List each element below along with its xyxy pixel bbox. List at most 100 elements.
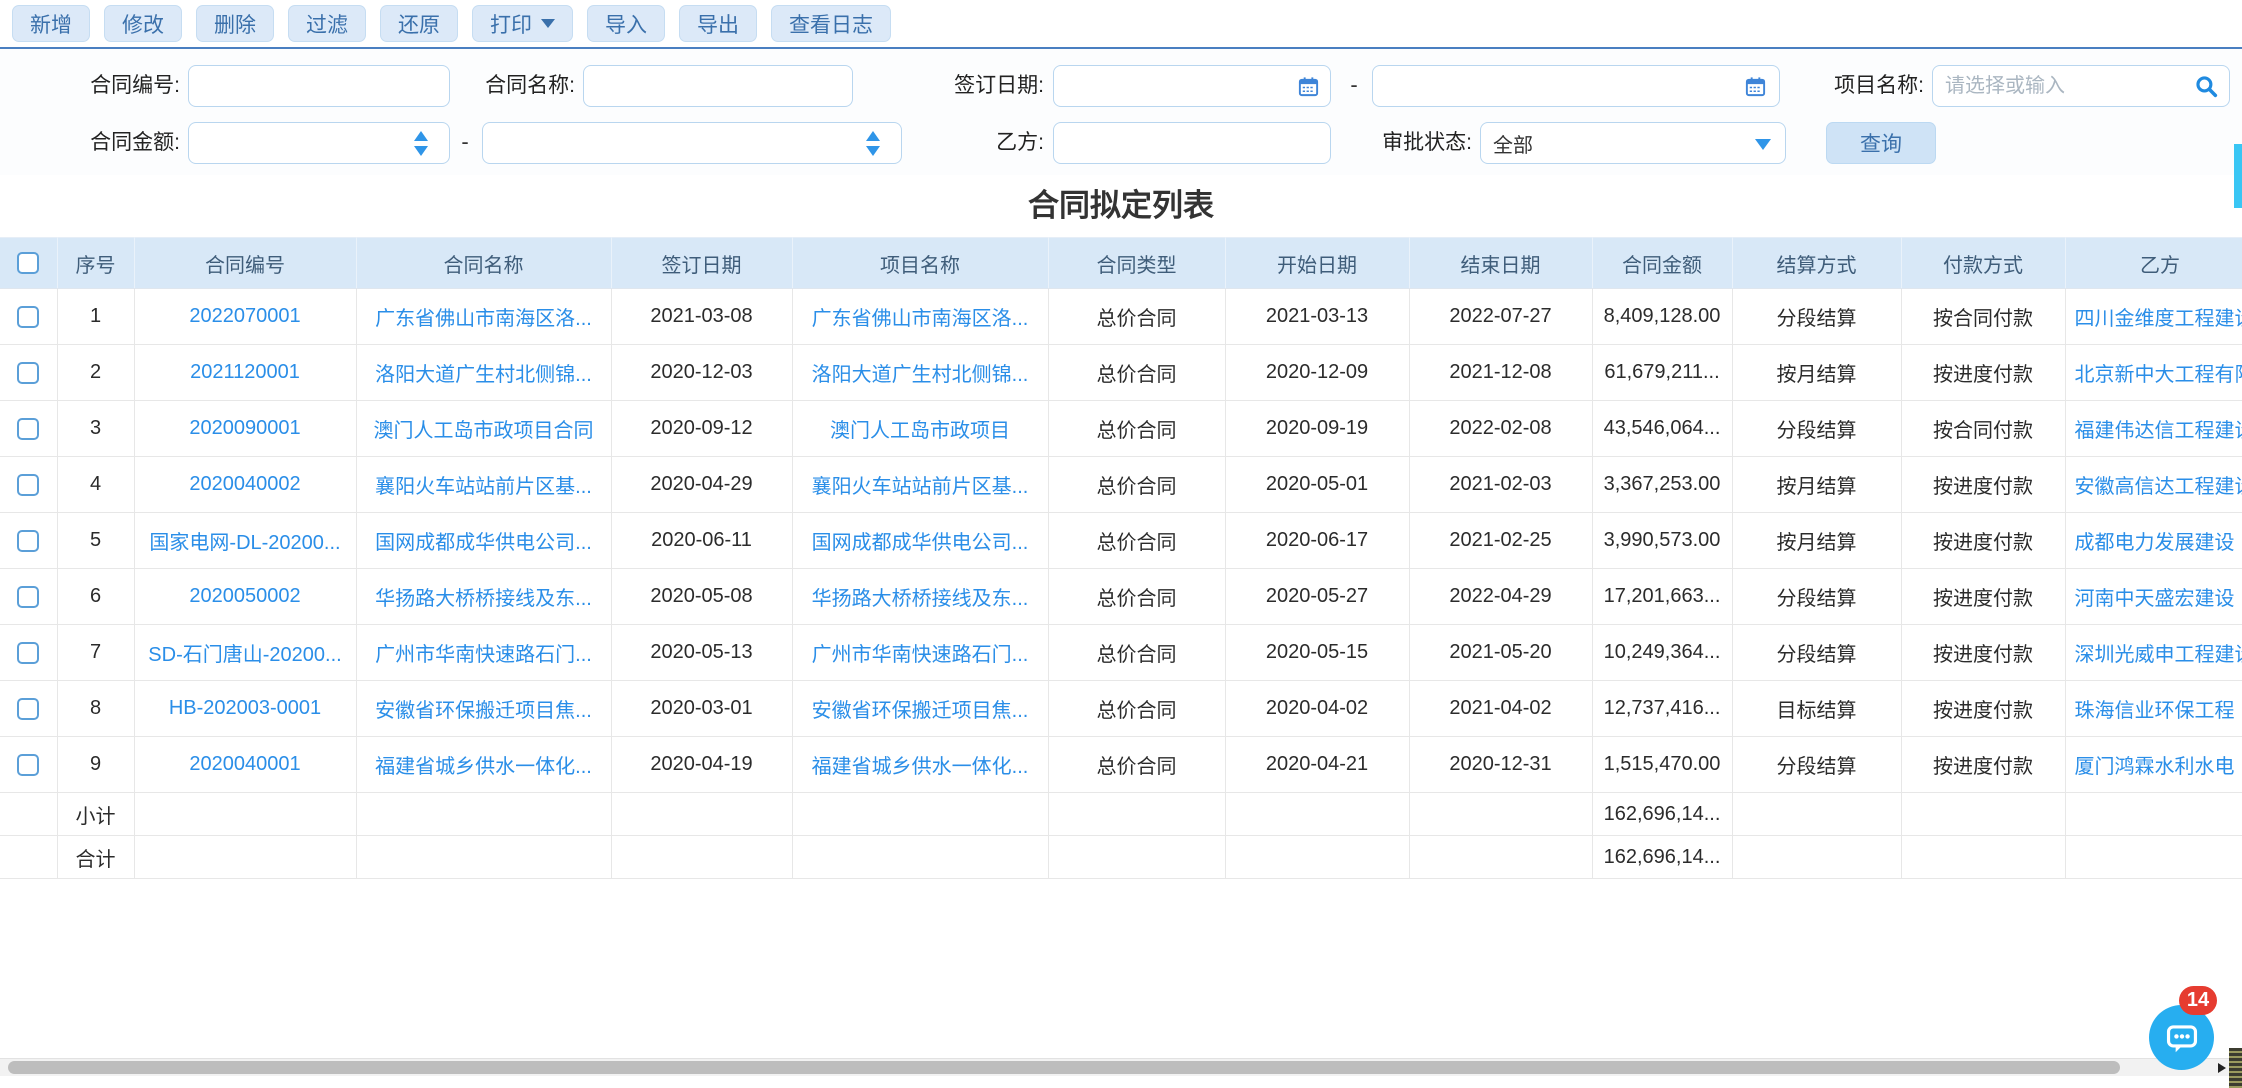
- contract-name-link[interactable]: 洛阳大道广生村北侧锦...: [375, 364, 592, 386]
- contract-name-link[interactable]: 华扬路大桥桥接线及东...: [375, 588, 592, 610]
- cell-end-date: 2021-12-08: [1409, 345, 1592, 401]
- contract-no-link[interactable]: 2020050002: [189, 585, 300, 607]
- party-b-link[interactable]: 福建伟达信工程建设: [2075, 420, 2242, 442]
- chat-bubble-icon: [2163, 1019, 2201, 1057]
- contract-no-link[interactable]: 国家电网-DL-20200...: [149, 532, 340, 554]
- notification-badge[interactable]: 14: [2179, 986, 2217, 1015]
- row-checkbox[interactable]: [17, 586, 39, 608]
- party-b-link[interactable]: 珠海信业环保工程: [2075, 700, 2235, 722]
- spinner-up-icon[interactable]: [866, 131, 880, 141]
- cell-sign-date: 2020-04-19: [611, 737, 792, 793]
- contract-name-link[interactable]: 国网成都成华供电公司...: [375, 532, 592, 554]
- party-b-link[interactable]: 深圳光威申工程建设: [2075, 644, 2242, 666]
- party-b-link[interactable]: 成都电力发展建设: [2075, 532, 2235, 554]
- import-button[interactable]: 导入: [587, 5, 665, 42]
- filter-button[interactable]: 过滤: [288, 5, 366, 42]
- project-name-link[interactable]: 洛阳大道广生村北侧锦...: [812, 364, 1029, 386]
- contract-no-link[interactable]: 2020040002: [189, 473, 300, 495]
- calendar-icon[interactable]: [1291, 65, 1325, 107]
- vertical-scrollbar-thumb[interactable]: [2234, 144, 2242, 208]
- spinner-up-icon[interactable]: [414, 131, 428, 141]
- project-name-link[interactable]: 华扬路大桥桥接线及东...: [812, 588, 1029, 610]
- query-button[interactable]: 查询: [1826, 122, 1936, 164]
- project-name-link[interactable]: 澳门人工岛市政项目: [830, 420, 1010, 442]
- row-checkbox-cell: [0, 681, 57, 737]
- project-name-link[interactable]: 安徽省环保搬迁项目焦...: [812, 700, 1029, 722]
- cell-start-date: 2020-05-15: [1225, 625, 1409, 681]
- edit-button[interactable]: 修改: [104, 5, 182, 42]
- export-button-label: 导出: [697, 9, 739, 39]
- contract-name-link[interactable]: 澳门人工岛市政项目合同: [374, 420, 594, 442]
- contract-name-link[interactable]: 广州市华南快速路石门...: [375, 644, 592, 666]
- contract-no-link[interactable]: 2021120001: [190, 361, 300, 383]
- row-checkbox[interactable]: [17, 474, 39, 496]
- contract-no-input[interactable]: [188, 65, 450, 107]
- spinner-down-icon[interactable]: [866, 146, 880, 156]
- contract-name-link[interactable]: 安徽省环保搬迁项目焦...: [375, 700, 592, 722]
- contract-no-link[interactable]: 2020090001: [189, 417, 300, 439]
- project-name-link[interactable]: 国网成都成华供电公司...: [812, 532, 1029, 554]
- contract-name-link[interactable]: 广东省佛山市南海区洛...: [375, 308, 592, 330]
- contract-name-link[interactable]: 襄阳火车站站前片区基...: [375, 476, 592, 498]
- spinner-down-icon[interactable]: [414, 146, 428, 156]
- footer-empty-cell: [134, 793, 356, 836]
- cell-project-name: 澳门人工岛市政项目: [792, 401, 1048, 457]
- row-checkbox[interactable]: [17, 306, 39, 328]
- restore-button[interactable]: 还原: [380, 5, 458, 42]
- party-b-input[interactable]: [1053, 122, 1331, 164]
- contracts-table: 序号合同编号合同名称签订日期项目名称合同类型开始日期结束日期合同金额结算方式付款…: [0, 237, 2242, 879]
- amount-from-input[interactable]: [188, 122, 450, 164]
- project-name-link[interactable]: 福建省城乡供水一体化...: [812, 756, 1029, 778]
- cell-settlement: 按月结算: [1732, 513, 1901, 569]
- approval-status-select[interactable]: 全部: [1480, 122, 1786, 164]
- calendar-icon[interactable]: [1738, 65, 1772, 107]
- project-name-link[interactable]: 广州市华南快速路石门...: [812, 644, 1029, 666]
- filter-button-label: 过滤: [306, 9, 348, 39]
- row-checkbox[interactable]: [17, 362, 39, 384]
- project-name-link[interactable]: 广东省佛山市南海区洛...: [812, 308, 1029, 330]
- row-checkbox[interactable]: [17, 642, 39, 664]
- scroll-right-arrow-icon[interactable]: [2218, 1063, 2226, 1073]
- party-b-link[interactable]: 北京新中大工程有限: [2075, 364, 2242, 386]
- contract-no-link[interactable]: SD-石门唐山-20200...: [148, 644, 341, 666]
- view-log-button[interactable]: 查看日志: [771, 5, 891, 42]
- contract-no-link[interactable]: 2022070001: [189, 305, 300, 327]
- contract-no-link[interactable]: HB-202003-0001: [169, 697, 321, 719]
- row-checkbox[interactable]: [17, 418, 39, 440]
- cell-project-name: 国网成都成华供电公司...: [792, 513, 1048, 569]
- project-name-link[interactable]: 襄阳火车站站前片区基...: [812, 476, 1029, 498]
- party-b-link[interactable]: 四川金维度工程建设: [2075, 308, 2242, 330]
- party-b-link[interactable]: 厦门鸿霖水利水电: [2075, 756, 2235, 778]
- approval-status-value: 全部: [1493, 129, 1533, 158]
- row-checkbox[interactable]: [17, 698, 39, 720]
- cell-seq: 8: [57, 681, 134, 737]
- contract-name-link[interactable]: 福建省城乡供水一体化...: [375, 756, 592, 778]
- party-b-link[interactable]: 河南中天盛宏建设: [2075, 588, 2235, 610]
- amount-to-input[interactable]: [482, 122, 902, 164]
- horizontal-scrollbar[interactable]: [0, 1058, 2230, 1076]
- cell-payment: 按进度付款: [1901, 681, 2065, 737]
- contract-name-label: 合同名称:: [463, 65, 575, 107]
- delete-button[interactable]: 删除: [196, 5, 274, 42]
- project-name-input[interactable]: [1932, 65, 2230, 107]
- search-icon[interactable]: [2188, 65, 2224, 107]
- column-header: 结束日期: [1409, 238, 1592, 289]
- cell-settlement: 按月结算: [1732, 345, 1901, 401]
- cell-sign-date: 2020-03-01: [611, 681, 792, 737]
- export-button[interactable]: 导出: [679, 5, 757, 42]
- print-button[interactable]: 打印: [472, 5, 573, 42]
- sign-date-to-input[interactable]: [1372, 65, 1780, 107]
- row-checkbox[interactable]: [17, 530, 39, 552]
- footer-empty-cell: [1409, 793, 1592, 836]
- cell-seq: 4: [57, 457, 134, 513]
- cell-end-date: 2022-02-08: [1409, 401, 1592, 457]
- contract-name-input[interactable]: [583, 65, 853, 107]
- row-checkbox[interactable]: [17, 754, 39, 776]
- party-b-link[interactable]: 安徽高信达工程建设: [2075, 476, 2242, 498]
- add-button[interactable]: 新增: [12, 5, 90, 42]
- contract-no-link[interactable]: 2020040001: [189, 753, 300, 775]
- sign-date-from-input[interactable]: [1053, 65, 1331, 107]
- horizontal-scrollbar-thumb[interactable]: [8, 1061, 2120, 1074]
- select-all-checkbox[interactable]: [17, 252, 39, 274]
- sign-date-label: 签订日期:: [922, 65, 1044, 107]
